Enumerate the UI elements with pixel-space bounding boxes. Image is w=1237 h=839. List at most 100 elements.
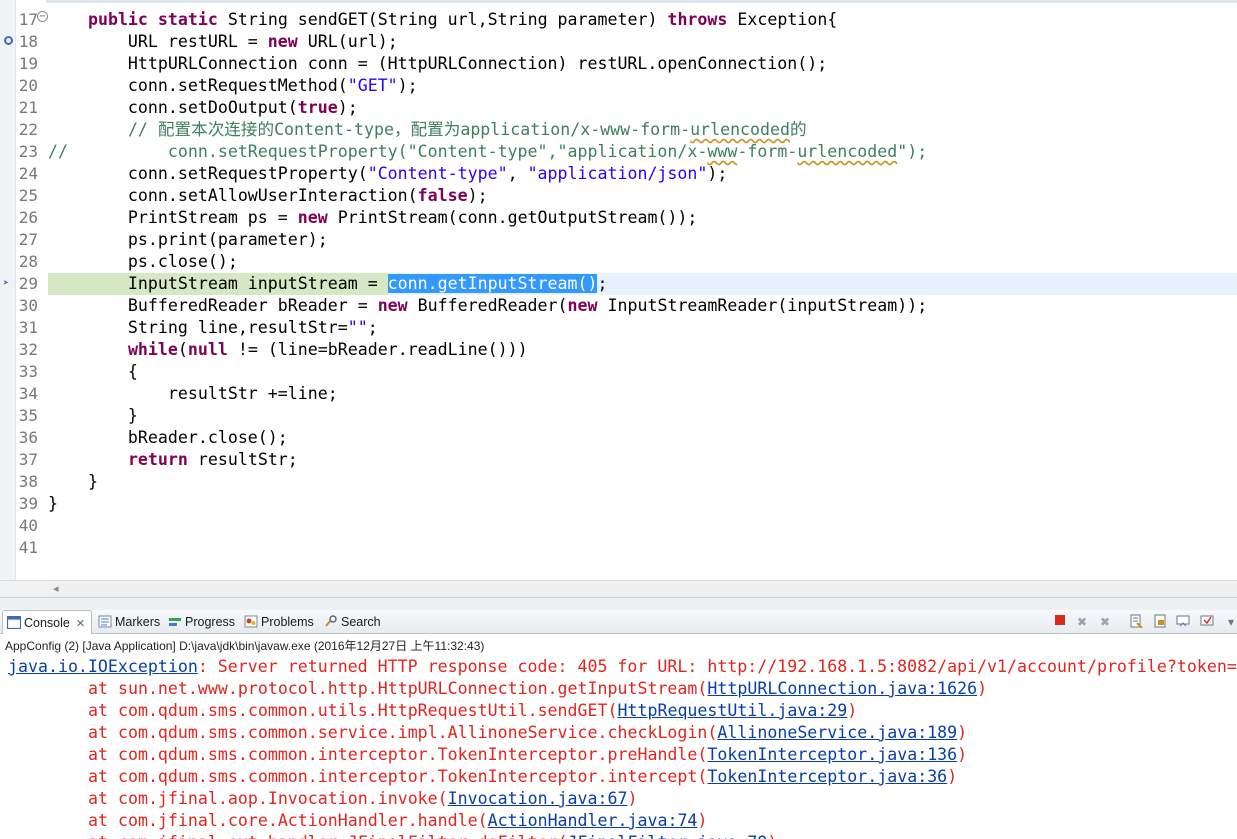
code-token: Exception{ <box>727 10 838 29</box>
code-line[interactable]: URL restURL = new URL(url); <box>48 31 398 53</box>
line-number: 37 <box>18 450 38 469</box>
line-number: 41 <box>18 538 38 557</box>
tab-problems[interactable]: Problems <box>244 610 314 634</box>
view-menu-icon[interactable]: ▾ <box>1223 614 1237 630</box>
code-token: ( <box>177 340 188 359</box>
source-location-link[interactable]: TokenInterceptor.java:136 <box>707 745 957 764</box>
code-token: PrintStream ps = <box>48 208 298 227</box>
bottom-panel: Console ✕ Markers Progress Problems Searc… <box>0 597 1237 839</box>
panel-sash[interactable] <box>0 598 1237 610</box>
stack-trace-line: at sun.net.www.protocol.http.HttpURLConn… <box>88 678 987 700</box>
code-token: BufferedReader( <box>407 296 568 315</box>
stack-frame-end: ) <box>767 833 777 839</box>
code-token: conn.setRequestProperty("Content-type","… <box>67 142 708 161</box>
code-token: new <box>567 296 598 315</box>
tab-label: Problems <box>261 615 314 629</box>
fold-collapse-icon[interactable]: − <box>37 11 48 22</box>
stack-frame-method: at com.qdum.sms.common.service.impl.Alli… <box>88 723 718 742</box>
code-token: // <box>48 142 68 161</box>
code-token: ps.close(); <box>48 252 238 271</box>
code-line[interactable]: conn.setRequestMethod("GET"); <box>48 75 418 97</box>
terminate-icon[interactable] <box>1052 614 1068 630</box>
code-token: InputStreamReader(inputStream)); <box>597 296 928 315</box>
code-token: return <box>127 450 188 469</box>
display-selected-console-icon[interactable] <box>1199 614 1215 630</box>
tab-search[interactable]: Search <box>324 610 381 634</box>
code-token: resultStr; <box>187 450 298 469</box>
stack-trace-line: at com.qdum.sms.common.interceptor.Token… <box>88 744 967 766</box>
source-location-link[interactable]: ActionHandler.java:74 <box>488 811 698 830</box>
code-token: // 配置本次连接的Content-type，配置为application/x-… <box>127 120 691 139</box>
stack-frame-end: ) <box>847 701 858 720</box>
code-token: String line,resultStr= <box>48 318 348 337</box>
tab-progress[interactable]: Progress <box>168 610 235 634</box>
remove-all-terminated-icon[interactable]: ✖ <box>1097 614 1113 630</box>
stack-trace-line: at com.jfinal.aop.Invocation.invoke(Invo… <box>88 788 637 810</box>
code-line[interactable]: ps.print(parameter); <box>48 229 328 251</box>
code-line[interactable]: // 配置本次连接的Content-type，配置为application/x-… <box>48 119 807 141</box>
code-line[interactable]: resultStr +=line; <box>48 383 338 405</box>
line-number: 27 <box>18 230 38 249</box>
line-number: 36 <box>18 428 38 447</box>
source-location-link[interactable]: TokenInterceptor.java:36 <box>707 767 947 786</box>
debug-current-line-icon: ➤ <box>3 278 10 289</box>
markers-icon <box>98 612 112 628</box>
code-line[interactable]: } <box>48 405 138 427</box>
tab-markers[interactable]: Markers <box>98 610 160 634</box>
code-line[interactable]: BufferedReader bReader = new BufferedRea… <box>48 295 927 317</box>
code-line[interactable]: return resultStr; <box>48 449 298 471</box>
source-location-link[interactable]: JFinalFilter.java:79 <box>568 833 768 839</box>
code-token: BufferedReader bReader = <box>48 296 378 315</box>
horizontal-scrollbar[interactable]: ◂ <box>48 580 1237 597</box>
code-line[interactable]: ps.close(); <box>48 251 238 273</box>
exception-class-link[interactable]: java.io.IOException <box>8 657 198 676</box>
code-token: HttpURLConnection conn = (HttpURLConnect… <box>48 54 828 73</box>
stack-trace-line: at com.qdum.sms.common.interceptor.Token… <box>88 766 957 788</box>
stack-frame-method: at com.qdum.sms.common.interceptor.Token… <box>88 745 708 764</box>
code-line[interactable]: public static String sendGET(String url,… <box>48 9 837 31</box>
code-line[interactable]: conn.setAllowUserInteraction(false); <box>48 185 488 207</box>
line-number: 24 <box>18 164 38 183</box>
source-location-link[interactable]: Invocation.java:67 <box>448 789 628 808</box>
tab-console[interactable]: Console ✕ <box>2 610 92 634</box>
source-location-link[interactable]: HttpRequestUtil.java:29 <box>618 701 848 720</box>
close-icon[interactable]: ✕ <box>76 618 85 630</box>
source-location-link[interactable]: HttpURLConnection.java:1626 <box>707 679 977 698</box>
scroll-left-arrow-icon[interactable]: ◂ <box>53 582 59 595</box>
code-token: InputStream inputStream = <box>48 274 388 293</box>
code-line[interactable]: { <box>48 361 138 383</box>
exception-line: java.io.IOException: Server returned HTT… <box>8 656 1237 678</box>
scroll-lock-icon[interactable] <box>1152 614 1168 630</box>
code-token: true <box>297 98 338 117</box>
clear-console-icon[interactable] <box>1128 614 1144 630</box>
source-location-link[interactable]: AllinoneService.java:189 <box>717 723 957 742</box>
code-line[interactable]: conn.setDoOutput(true); <box>48 97 358 119</box>
scrollbar-corner <box>0 580 48 597</box>
code-line[interactable]: // conn.setRequestProperty("Content-type… <box>48 141 927 163</box>
code-line[interactable]: } <box>48 471 98 493</box>
code-line[interactable]: conn.setRequestProperty("Content-type", … <box>48 163 727 185</box>
code-line[interactable]: InputStream inputStream = conn.getInputS… <box>48 273 607 295</box>
line-number: 33 <box>18 362 38 381</box>
code-token: ); <box>397 76 418 95</box>
pin-console-icon[interactable] <box>1175 614 1191 630</box>
code-line[interactable]: HttpURLConnection conn = (HttpURLConnect… <box>48 53 827 75</box>
code-token: www <box>707 142 738 161</box>
code-token: ps.print(parameter); <box>48 230 328 249</box>
code-line[interactable]: String line,resultStr=""; <box>48 317 378 339</box>
code-line[interactable]: while(null != (line=bReader.readLine())) <box>48 339 528 361</box>
code-line[interactable]: PrintStream ps = new PrintStream(conn.ge… <box>48 207 697 229</box>
code-line[interactable]: bReader.close(); <box>48 427 288 449</box>
remove-launch-icon[interactable]: ✖ <box>1074 614 1090 630</box>
code-editor[interactable]: 17 18 19 20 21 22 23 24 25 26 27 28 29 30 31 32 33 34 35 36… <box>0 0 1237 597</box>
stack-frame-end: ) <box>947 767 958 786</box>
code-token: resultStr +=line; <box>48 384 338 403</box>
code-line[interactable]: } <box>48 493 58 515</box>
line-number: 18 <box>18 32 38 51</box>
line-number: 20 <box>18 76 38 95</box>
tab-label: Markers <box>115 615 161 629</box>
stack-frame-end: ) <box>957 745 968 764</box>
stack-frame-method: at com.qdum.sms.common.utils.HttpRequest… <box>88 701 618 720</box>
stack-frame-end: ) <box>957 723 968 742</box>
